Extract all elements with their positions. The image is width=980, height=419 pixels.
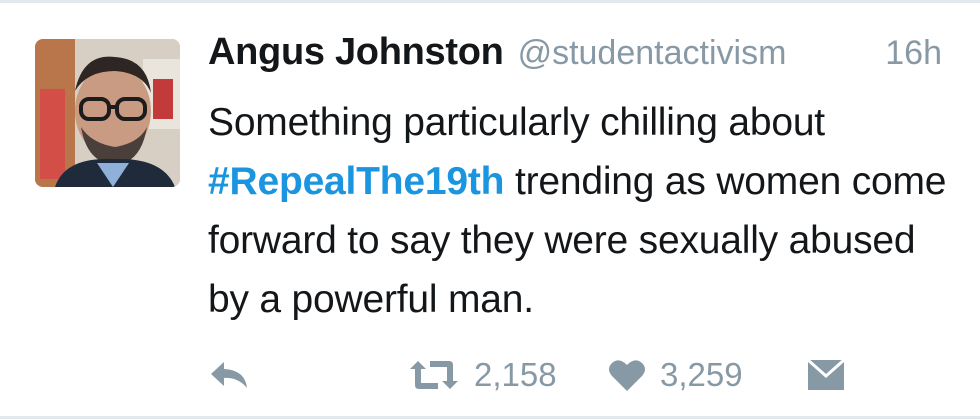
like-count: 3,259 xyxy=(660,356,743,393)
tweet-card: Angus Johnston @studentactivism 16h Some… xyxy=(0,0,980,419)
author-handle[interactable]: @studentactivism xyxy=(518,34,787,73)
retweet-icon xyxy=(410,361,458,389)
heart-icon xyxy=(609,360,645,391)
avatar-photo xyxy=(35,39,180,187)
tweet-text-before: Something particularly chilling about xyxy=(208,101,825,144)
tweet-header: Angus Johnston @studentactivism 16h xyxy=(208,31,960,91)
direct-message-button[interactable] xyxy=(806,351,846,399)
author-name[interactable]: Angus Johnston xyxy=(208,31,504,74)
like-button[interactable]: 3,259 xyxy=(608,351,743,399)
reply-button[interactable] xyxy=(208,351,250,399)
tweet-timestamp[interactable]: 16h xyxy=(885,34,960,73)
retweet-count: 2,158 xyxy=(474,356,557,393)
tweet-text: Something particularly chilling about #R… xyxy=(208,93,960,329)
tweet-actions: 2,158 3,259 xyxy=(208,351,908,399)
reply-arrow-icon xyxy=(211,362,247,388)
avatar[interactable] xyxy=(35,39,180,187)
envelope-icon xyxy=(807,358,845,390)
retweet-button[interactable]: 2,158 xyxy=(408,351,557,399)
tweet-content: Angus Johnston @studentactivism 16h Some… xyxy=(208,31,960,329)
hashtag-link[interactable]: #RepealThe19th xyxy=(208,160,505,203)
